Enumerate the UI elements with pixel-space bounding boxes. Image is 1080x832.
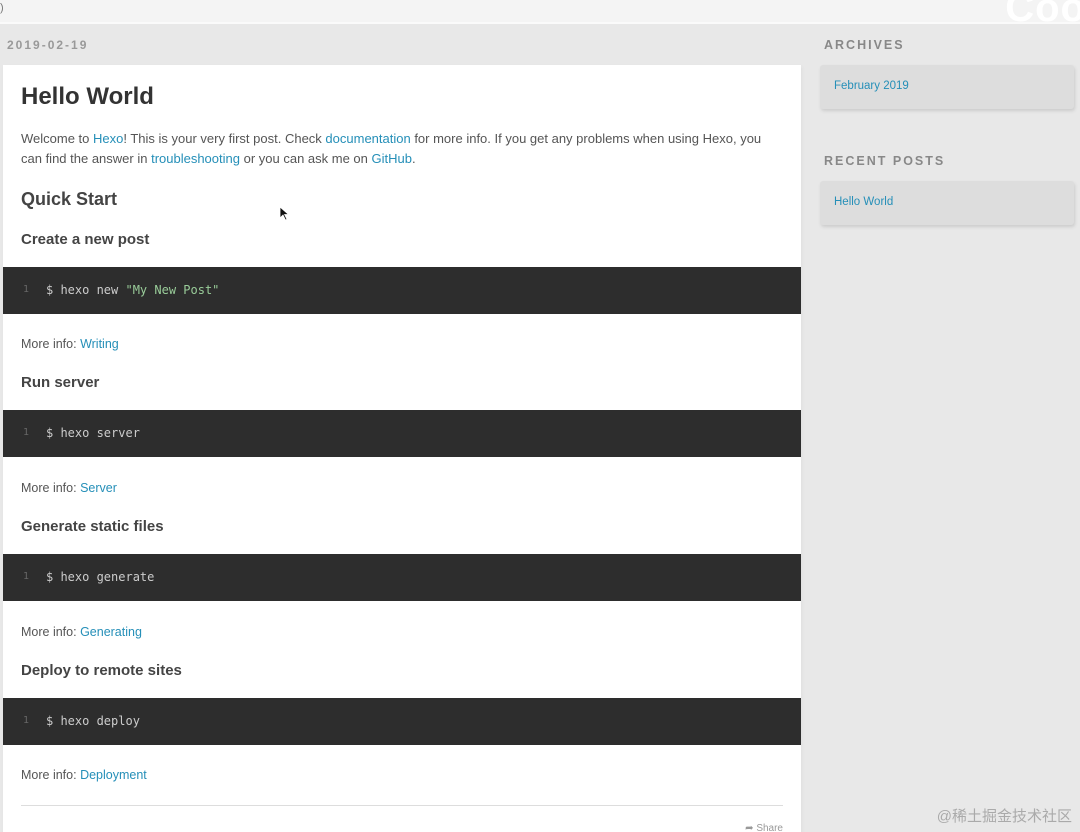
code-block-server: 1 $ hexo server xyxy=(3,410,801,457)
archives-title: ARCHIVES xyxy=(824,38,905,52)
more-info-server: More info: Server xyxy=(21,481,117,495)
share-icon: ➦ xyxy=(745,823,754,832)
article-date[interactable]: 2019-02-19 xyxy=(7,38,88,52)
code-block-deploy: 1 $ hexo deploy xyxy=(3,698,801,745)
article-footer-divider xyxy=(21,805,783,806)
heading-deploy: Deploy to remote sites xyxy=(21,662,182,679)
heading-create-post: Create a new post xyxy=(21,231,150,248)
mouse-cursor-icon xyxy=(279,206,290,221)
more-info-deployment: More info: Deployment xyxy=(21,768,147,782)
topbar-corner-mark: ) xyxy=(0,2,4,14)
code-line: $ hexo new "My New Post" xyxy=(46,283,220,297)
article-title[interactable]: Hello World xyxy=(21,83,783,111)
recent-post-link-hello-world[interactable]: Hello World xyxy=(834,196,893,208)
recent-posts-widget: Hello World xyxy=(820,181,1074,225)
site-header-ghost-text: Coo xyxy=(1005,0,1080,30)
hexo-link[interactable]: Hexo xyxy=(93,131,123,146)
server-link[interactable]: Server xyxy=(80,481,117,495)
archives-widget: February 2019 xyxy=(820,65,1074,109)
code-line: $ hexo deploy xyxy=(46,714,140,728)
heading-quick-start: Quick Start xyxy=(21,189,118,209)
code-line: $ hexo generate xyxy=(46,570,155,584)
recent-posts-title: RECENT POSTS xyxy=(824,154,946,168)
browser-topbar: ) Coo xyxy=(0,0,1080,30)
writing-link[interactable]: Writing xyxy=(80,337,119,351)
article-intro: Welcome to Hexo! This is your very first… xyxy=(21,131,762,166)
heading-run-server: Run server xyxy=(21,374,100,391)
more-info-writing: More info: Writing xyxy=(21,337,119,351)
archive-link-feb-2019[interactable]: February 2019 xyxy=(834,80,909,92)
heading-generate-static: Generate static files xyxy=(21,518,164,535)
line-number: 1 xyxy=(23,284,30,295)
code-block-new-post: 1 $ hexo new "My New Post" xyxy=(3,267,801,314)
article-card: Hello World Welcome to Hexo! This is you… xyxy=(3,65,801,832)
line-number: 1 xyxy=(23,427,30,438)
line-number: 1 xyxy=(23,571,30,582)
code-line: $ hexo server xyxy=(46,426,140,440)
watermark: @稀土掘金技术社区 xyxy=(936,808,1072,825)
share-button[interactable]: ➦ Share xyxy=(745,823,783,832)
documentation-link[interactable]: documentation xyxy=(325,131,410,146)
code-block-generate: 1 $ hexo generate xyxy=(3,554,801,601)
deployment-link[interactable]: Deployment xyxy=(80,768,147,782)
github-link[interactable]: GitHub xyxy=(372,151,412,166)
generating-link[interactable]: Generating xyxy=(80,625,142,639)
troubleshooting-link[interactable]: troubleshooting xyxy=(151,151,240,166)
more-info-generating: More info: Generating xyxy=(21,625,142,639)
line-number: 1 xyxy=(23,715,30,726)
